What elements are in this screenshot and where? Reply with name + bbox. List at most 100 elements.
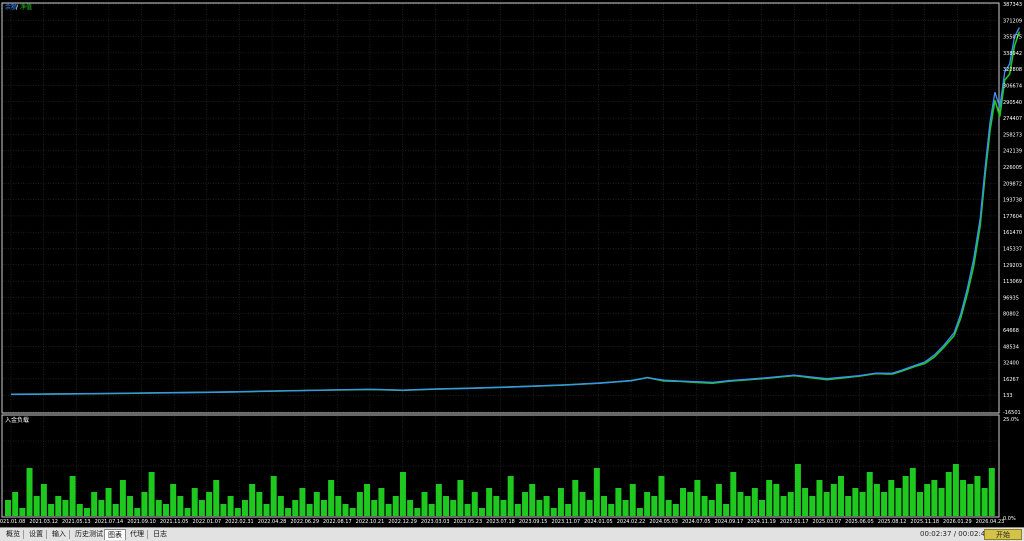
- load-bar: [565, 504, 572, 516]
- load-bar: [644, 492, 651, 516]
- tab-inputs[interactable]: 输入: [49, 529, 69, 540]
- load-bar: [320, 500, 327, 516]
- load-bar: [917, 492, 923, 516]
- load-bar: [830, 484, 837, 516]
- start-button[interactable]: 开始: [984, 529, 1022, 540]
- load-bar: [672, 504, 679, 516]
- load-bar: [69, 476, 76, 516]
- main-y-tick: 48534: [1003, 344, 1019, 350]
- load-bar: [845, 496, 852, 516]
- lower-y-tick-min: 0.0%: [1003, 516, 1016, 522]
- legend-equity: 净值: [20, 3, 32, 11]
- x-tick-label: 2023.11.07: [551, 519, 580, 525]
- load-bar: [141, 492, 148, 516]
- tab-graph[interactable]: 图表: [104, 529, 126, 540]
- main-y-tick: 274407: [1003, 116, 1022, 122]
- load-bar: [127, 496, 134, 516]
- load-bar: [794, 464, 801, 516]
- load-bar: [198, 500, 205, 516]
- load-bar: [550, 508, 557, 516]
- tab-agents[interactable]: 代理: [127, 529, 147, 540]
- main-y-tick: 290540: [1003, 100, 1022, 106]
- load-bar: [26, 468, 33, 516]
- load-bar: [227, 496, 234, 516]
- load-bar: [421, 492, 428, 516]
- load-bar: [888, 480, 895, 516]
- main-y-tick: 193738: [1003, 198, 1022, 204]
- load-bar: [83, 508, 90, 516]
- load-bar: [514, 504, 521, 516]
- main-y-tick: 64668: [1003, 328, 1019, 334]
- load-bar: [859, 492, 866, 516]
- main-y-tick: 177604: [1003, 214, 1022, 220]
- load-bar: [62, 500, 69, 516]
- load-bar: [443, 496, 450, 516]
- load-bar: [234, 508, 241, 516]
- load-bar: [148, 472, 155, 516]
- load-bar: [924, 484, 931, 516]
- load-bar: [500, 500, 507, 516]
- load-bar: [737, 492, 744, 516]
- load-bar: [249, 484, 256, 516]
- main-y-tick: 113069: [1003, 279, 1022, 285]
- main-y-tick: 338942: [1003, 51, 1022, 57]
- x-tick-label: 2021.01.08: [0, 519, 25, 525]
- x-tick-label: 2025.06.05: [845, 519, 874, 525]
- main-y-tick: 242139: [1003, 149, 1022, 155]
- load-bar: [313, 492, 320, 516]
- load-bar: [622, 500, 629, 516]
- load-bar: [5, 500, 11, 516]
- load-bar: [744, 496, 751, 516]
- load-bar: [507, 476, 514, 516]
- tab-backtest[interactable]: 历史测试: [72, 529, 106, 540]
- tab-settings[interactable]: 设置: [26, 529, 46, 540]
- tab-journal[interactable]: 日志: [150, 529, 170, 540]
- load-bar: [945, 472, 952, 516]
- load-bar: [55, 496, 62, 516]
- tab-separator: [23, 530, 24, 539]
- x-tick-label: 2024.11.19: [747, 519, 776, 525]
- x-tick-label: 2025.11.18: [910, 519, 939, 525]
- load-bar: [881, 492, 888, 516]
- lower-panel-title: 入金负载: [5, 416, 29, 424]
- load-bar: [40, 484, 47, 516]
- load-bar: [766, 480, 773, 516]
- elapsed-time: 00:02:37: [920, 530, 952, 538]
- x-tick-label: 2022.02.31: [225, 519, 254, 525]
- load-bar: [493, 496, 500, 516]
- load-bar: [76, 504, 83, 516]
- load-bar: [715, 484, 722, 516]
- load-bar: [615, 488, 622, 516]
- load-bar: [593, 468, 600, 516]
- load-bar: [902, 476, 909, 516]
- tab-separator: [46, 530, 47, 539]
- load-bar: [967, 484, 974, 516]
- load-bar: [486, 488, 493, 516]
- x-tick-label: 2022.10.21: [356, 519, 385, 525]
- lower-y-tick-max: 25.0%: [1003, 417, 1019, 423]
- load-bar: [723, 504, 730, 516]
- load-bar: [522, 492, 529, 516]
- load-bar: [708, 500, 715, 516]
- load-bar: [162, 504, 169, 516]
- load-bar: [19, 508, 26, 516]
- load-bar: [285, 508, 292, 516]
- load-bar: [414, 508, 421, 516]
- load-bar: [636, 508, 643, 516]
- x-tick-label: 2026.01.29: [943, 519, 972, 525]
- tab-overview[interactable]: 概览: [3, 529, 23, 540]
- load-bar: [206, 492, 213, 516]
- load-bar: [356, 492, 363, 516]
- load-bar: [895, 488, 902, 516]
- load-bar: [572, 480, 579, 516]
- main-y-tick: 129203: [1003, 263, 1022, 269]
- load-bar: [155, 500, 162, 516]
- load-bar: [536, 500, 543, 516]
- load-bar: [299, 488, 306, 516]
- load-bar: [428, 504, 435, 516]
- load-bar: [759, 500, 765, 516]
- load-bar: [399, 472, 406, 516]
- load-bar: [543, 496, 550, 516]
- load-bar: [601, 496, 608, 516]
- main-y-tick: 16267: [1003, 377, 1019, 383]
